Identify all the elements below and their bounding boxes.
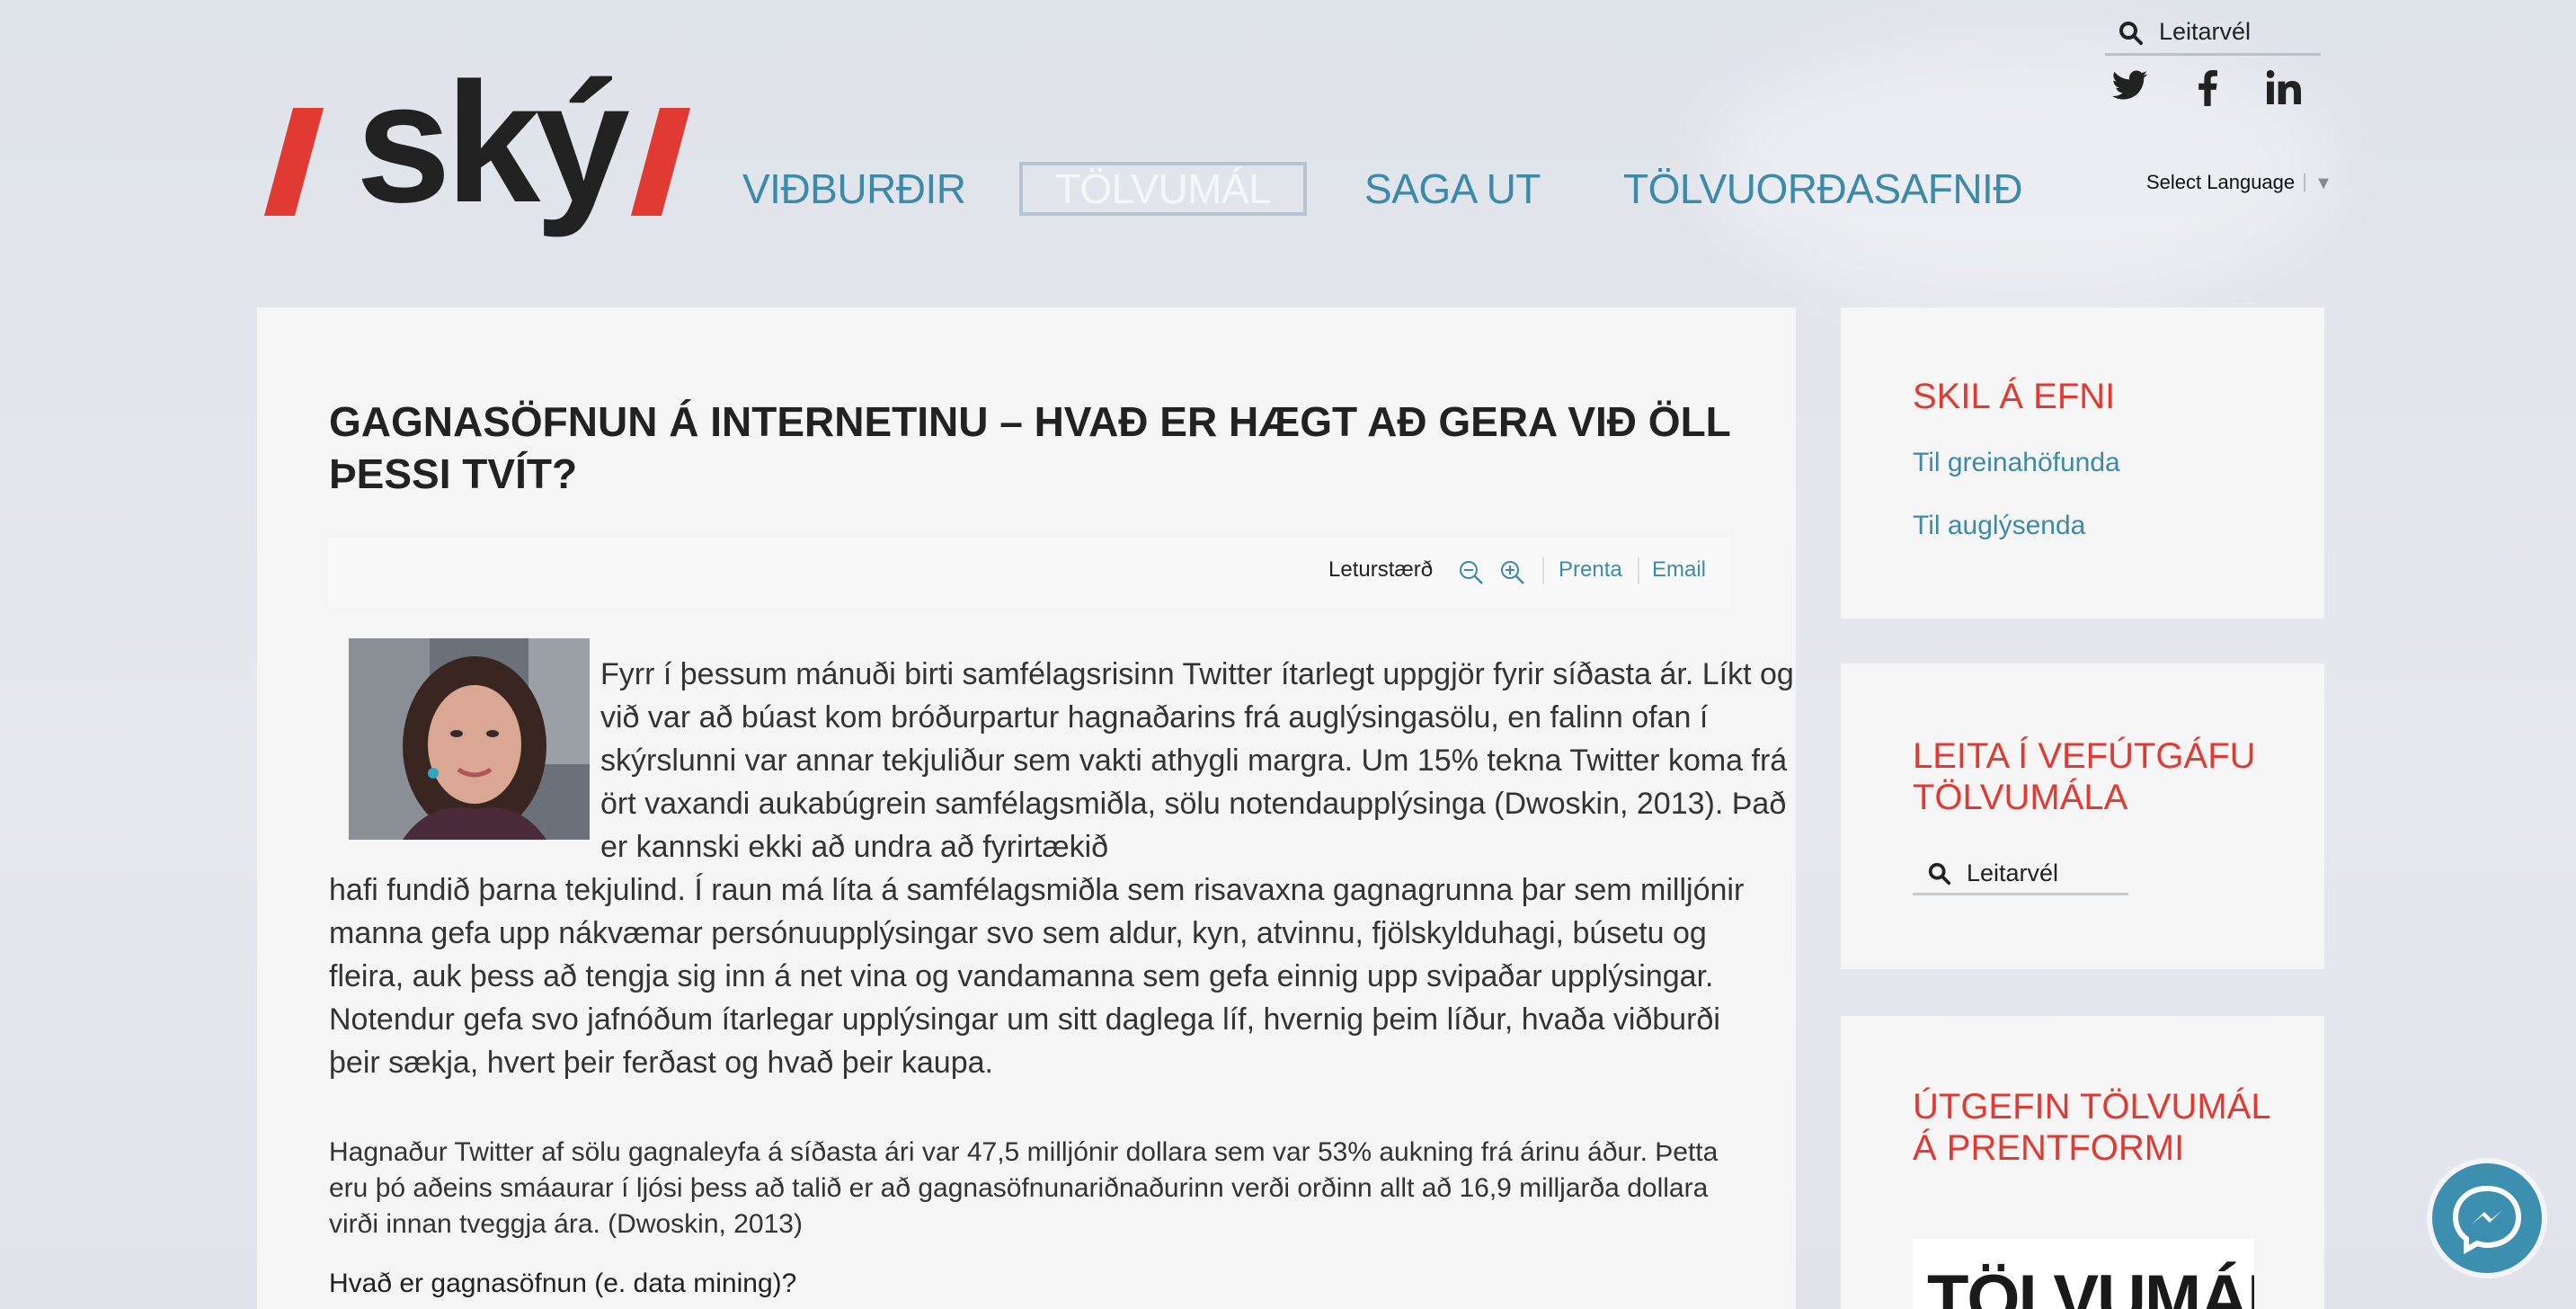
logo-slash-right: [630, 108, 691, 216]
search-icon: [2119, 22, 2143, 45]
article-paragraph: Hagnaður Twitter af sölu gagnaleyfa á sí…: [329, 1137, 1719, 1239]
twitter-icon[interactable]: [2112, 70, 2148, 101]
sidebar-submit-card: SKIL Á EFNI Til greinahöfunda Til auglýs…: [1841, 307, 2324, 619]
sidebar-link-authors[interactable]: Til greinahöfunda: [1913, 448, 2120, 478]
email-link[interactable]: Email: [1652, 557, 1706, 583]
toolbar-divider: [1638, 557, 1639, 584]
messenger-icon: [2452, 1185, 2522, 1255]
search-icon: [1928, 862, 1951, 886]
sidebar-search-title: LEITA Í VEFÚTGÁFU TÖLVUMÁLA: [1913, 736, 2256, 817]
magazine-masthead: TÖLVUMÁL: [1927, 1261, 2254, 1309]
sidebar-link-advertisers[interactable]: Til auglýsenda: [1913, 511, 2085, 541]
sidebar-print-card: ÚTGEFIN TÖLVUMÁL Á PRENTFORMI TÖLVUMÁL: [1841, 1016, 2324, 1309]
print-link[interactable]: Prenta: [1559, 557, 1622, 583]
sidebar-print-title: ÚTGEFIN TÖLVUMÁL Á PRENTFORMI: [1913, 1087, 2270, 1168]
sidebar-search-input[interactable]: Leitarvél: [1913, 850, 2128, 895]
toolbar-divider: [1542, 557, 1544, 584]
header-search-input[interactable]: Leitarvél: [2105, 11, 2321, 56]
nav-item-vidburdir[interactable]: VIÐBURÐIR: [742, 162, 966, 216]
sidebar-submit-title: SKIL Á EFNI: [1913, 377, 2116, 416]
article-toolbar: Leturstærð Prenta Email: [329, 538, 1731, 608]
article-lead-wrapped: Fyrr í þessum mánuði birti samfélagsrisi…: [600, 657, 1794, 864]
linkedin-icon[interactable]: [2267, 70, 2301, 104]
author-photo: [349, 638, 590, 840]
sidebar-search-card: LEITA Í VEFÚTGÁFU TÖLVUMÁLA Leitarvél: [1841, 663, 2324, 969]
article-title: GAGNASÖFNUN Á INTERNETINU – HVAÐ ER HÆGT…: [329, 398, 1730, 497]
language-select[interactable]: Select Language ▼: [2146, 171, 2332, 194]
logo-text: ský: [356, 48, 630, 238]
magazine-cover[interactable]: TÖLVUMÁL: [1913, 1239, 2254, 1309]
logo-slash-left: [263, 108, 324, 216]
nav-item-tolvumal[interactable]: TÖLVUMÁL: [1019, 162, 1307, 216]
site-logo[interactable]: ský: [263, 58, 692, 247]
nav-item-saga-ut[interactable]: SAGA UT: [1364, 162, 1541, 216]
zoom-in-icon[interactable]: [1499, 559, 1526, 586]
search-placeholder: Leitarvél: [1967, 859, 2059, 886]
chevron-down-icon: ▼: [2314, 174, 2332, 193]
language-divider: [2304, 174, 2306, 191]
language-select-label: Select Language: [2146, 171, 2296, 193]
facebook-icon[interactable]: [2197, 70, 2218, 106]
font-size-label: Leturstærð: [1328, 557, 1434, 582]
messenger-chat-button[interactable]: [2432, 1163, 2542, 1273]
zoom-out-icon[interactable]: [1458, 559, 1485, 586]
article-lead-continued: hafi fundið þarna tekjulind. Í raun má l…: [329, 873, 1745, 1080]
search-placeholder: Leitarvél: [2159, 18, 2252, 45]
article-subheading: Hvað er gagnasöfnun (e. data mining)?: [329, 1269, 797, 1298]
article-card: GAGNASÖFNUN Á INTERNETINU – HVAÐ ER HÆGT…: [257, 307, 1796, 1309]
nav-item-tolvuordasafnid[interactable]: TÖLVUORÐASAFNIÐ: [1623, 162, 2023, 216]
